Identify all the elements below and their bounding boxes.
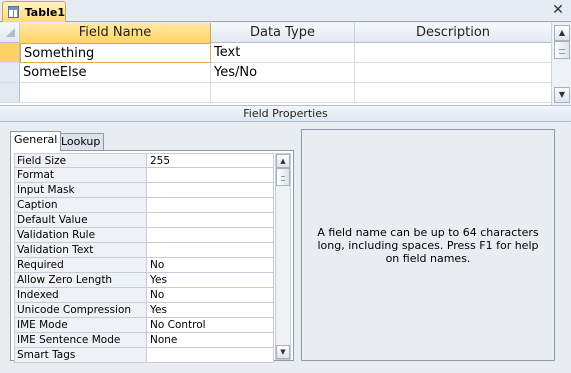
tab-title: Table1	[24, 5, 65, 19]
description-cell[interactable]	[355, 83, 551, 103]
table1-tab[interactable]: Table1	[2, 1, 66, 22]
tab-lookup[interactable]: Lookup	[57, 133, 105, 151]
property-value[interactable]	[147, 228, 274, 243]
table-icon	[8, 6, 19, 18]
property-row-caption[interactable]: Caption	[14, 198, 274, 213]
field-properties-pane: General Lookup Field Size 255 Format Inp…	[0, 122, 571, 373]
property-value[interactable]: 255	[147, 153, 274, 168]
property-value[interactable]	[147, 348, 274, 363]
property-value[interactable]: Yes	[147, 303, 274, 318]
property-value[interactable]: No	[147, 288, 274, 303]
data-type-cell[interactable]: Text	[211, 43, 355, 63]
scroll-down-arrow-icon[interactable]: ▼	[276, 345, 290, 359]
table-row[interactable]	[0, 83, 551, 103]
row-selector[interactable]	[0, 63, 20, 83]
property-value[interactable]: Yes	[147, 273, 274, 288]
field-name-cell[interactable]	[20, 83, 211, 103]
scroll-down-arrow-icon[interactable]: ▼	[554, 87, 570, 103]
corner-triangle-icon	[6, 28, 15, 37]
table-row[interactable]: Something Text	[0, 43, 551, 63]
property-label: Required	[14, 258, 147, 273]
table-row[interactable]: SomeElse Yes/No	[0, 63, 551, 83]
field-properties-header: Field Properties	[0, 105, 571, 122]
tab-general[interactable]: General	[10, 131, 62, 151]
field-design-grid: Field Name Data Type Description Somethi…	[0, 23, 571, 105]
property-value[interactable]	[147, 243, 274, 258]
property-row-unicode-compression[interactable]: Unicode Compression Yes	[14, 303, 274, 318]
property-row-smart-tags[interactable]: Smart Tags	[14, 348, 274, 363]
scroll-up-arrow-icon[interactable]: ▲	[276, 154, 290, 168]
property-row-allow-zero-length[interactable]: Allow Zero Length Yes	[14, 273, 274, 288]
scroll-up-arrow-icon[interactable]: ▲	[554, 25, 570, 41]
property-label: Unicode Compression	[14, 303, 147, 318]
property-row-format[interactable]: Format	[14, 168, 274, 183]
column-header-description[interactable]: Description	[355, 23, 551, 43]
property-help-panel: A field name can be up to 64 characters …	[301, 129, 555, 361]
property-label: Smart Tags	[14, 348, 147, 363]
property-label: Allow Zero Length	[14, 273, 147, 288]
property-label: Validation Rule	[14, 228, 147, 243]
property-row-indexed[interactable]: Indexed No	[14, 288, 274, 303]
general-properties-sheet: Field Size 255 Format Input Mask Caption…	[10, 150, 294, 363]
property-row-ime-sentence-mode[interactable]: IME Sentence Mode None	[14, 333, 274, 348]
property-label: IME Sentence Mode	[14, 333, 147, 348]
properties-vertical-scrollbar[interactable]: ▲ ▼	[275, 153, 291, 360]
column-header-data-type[interactable]: Data Type	[211, 23, 355, 43]
property-value[interactable]	[147, 198, 274, 213]
property-label: Caption	[14, 198, 147, 213]
help-text: A field name can be up to 64 characters …	[317, 225, 539, 265]
property-value[interactable]	[147, 213, 274, 228]
property-value[interactable]: No	[147, 258, 274, 273]
property-row-default-value[interactable]: Default Value	[14, 213, 274, 228]
property-label: Field Size	[14, 153, 147, 168]
row-selector[interactable]	[0, 43, 20, 63]
property-value[interactable]: None	[147, 333, 274, 348]
property-row-validation-text[interactable]: Validation Text	[14, 243, 274, 258]
property-label: Format	[14, 168, 147, 183]
property-label: Input Mask	[14, 183, 147, 198]
field-name-cell[interactable]: SomeElse	[20, 63, 211, 83]
scroll-thumb[interactable]	[554, 41, 570, 59]
field-name-cell[interactable]: Something	[20, 43, 211, 63]
property-row-validation-rule[interactable]: Validation Rule	[14, 228, 274, 243]
property-value[interactable]: No Control	[147, 318, 274, 333]
property-label: Indexed	[14, 288, 147, 303]
property-row-input-mask[interactable]: Input Mask	[14, 183, 274, 198]
column-header-field-name[interactable]: Field Name	[20, 23, 211, 43]
data-type-cell[interactable]	[211, 83, 355, 103]
scroll-thumb[interactable]	[276, 168, 290, 186]
property-label: Default Value	[14, 213, 147, 228]
property-row-field-size[interactable]: Field Size 255	[14, 153, 274, 168]
row-selector[interactable]	[0, 83, 20, 103]
close-icon[interactable]: ✕	[551, 2, 565, 18]
description-cell[interactable]	[355, 63, 551, 83]
grid-vertical-scrollbar[interactable]: ▲ ▼	[551, 23, 571, 105]
property-label: Validation Text	[14, 243, 147, 258]
property-value[interactable]	[147, 183, 274, 198]
document-tab-strip: Table1 ✕	[0, 0, 571, 22]
data-type-cell[interactable]: Yes/No	[211, 63, 355, 83]
property-label: IME Mode	[14, 318, 147, 333]
property-value[interactable]	[147, 168, 274, 183]
description-cell[interactable]	[355, 43, 551, 63]
grid-header: Field Name Data Type Description	[0, 23, 551, 43]
property-row-ime-mode[interactable]: IME Mode No Control	[14, 318, 274, 333]
property-row-required[interactable]: Required No	[14, 258, 274, 273]
select-all-corner[interactable]	[0, 23, 20, 43]
